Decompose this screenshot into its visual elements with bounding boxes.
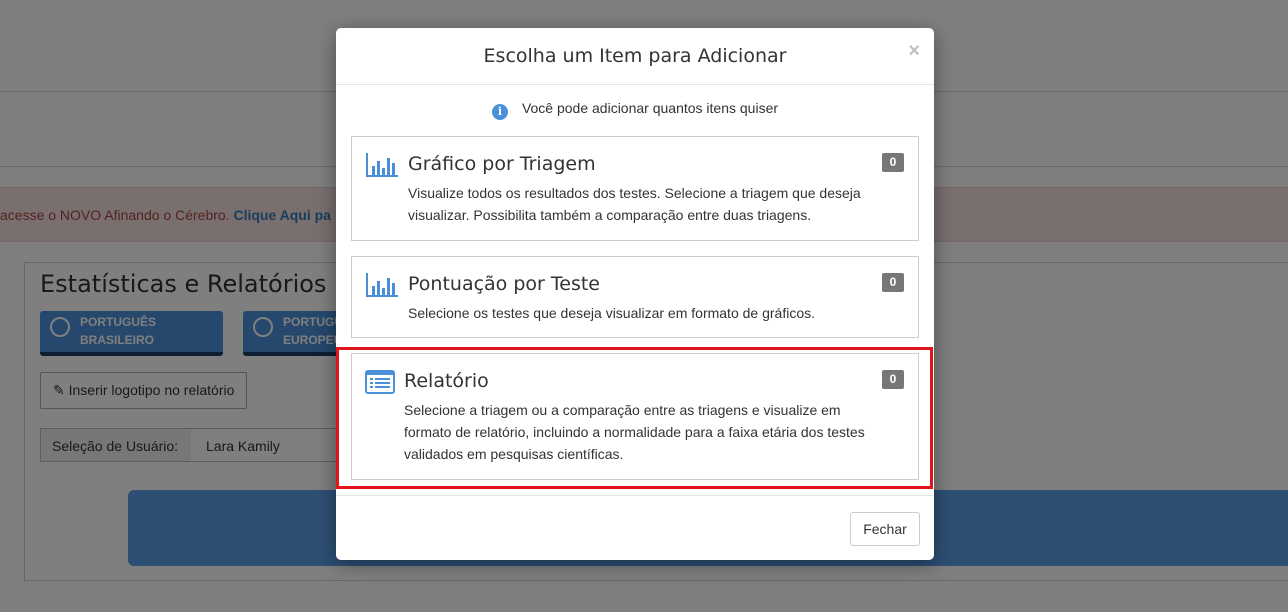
info-text: Você pode adicionar quantos itens quiser	[521, 100, 779, 116]
item-card-grafico-por-triagem[interactable]: Gráfico por Triagem Visualize todos os r…	[351, 136, 919, 241]
item-description: Visualize todos os resultados dos testes…	[408, 185, 861, 223]
item-title: Gráfico por Triagem	[408, 153, 596, 175]
close-icon[interactable]: ×	[908, 41, 920, 61]
item-title: Pontuação por Teste	[408, 273, 600, 295]
info-message: i Você pode adicionar quantos itens quise…	[336, 100, 934, 120]
modal-title: Escolha um Item para Adicionar	[483, 45, 787, 67]
item-title: Relatório	[404, 370, 489, 392]
item-count-badge: 0	[882, 370, 904, 389]
item-description: Selecione a triagem ou a comparação entr…	[404, 402, 865, 462]
item-description: Selecione os testes que deseja visualiza…	[408, 305, 815, 321]
item-card-relatorio[interactable]: Relatório Selecione a triagem ou a compa…	[351, 353, 919, 480]
list-report-icon	[365, 370, 395, 394]
item-count-badge: 0	[882, 273, 904, 292]
close-button[interactable]: Fechar	[850, 512, 920, 546]
item-card-pontuacao-por-teste[interactable]: Pontuação por Teste Selecione os testes …	[351, 256, 919, 338]
item-count-badge: 0	[882, 153, 904, 172]
modal-footer: Fechar	[336, 495, 934, 560]
bar-chart-icon	[366, 153, 398, 177]
add-item-modal: Escolha um Item para Adicionar × i Você p…	[336, 28, 934, 560]
bar-chart-icon	[366, 273, 398, 297]
info-icon: i	[491, 104, 508, 120]
modal-header: Escolha um Item para Adicionar ×	[336, 28, 934, 85]
